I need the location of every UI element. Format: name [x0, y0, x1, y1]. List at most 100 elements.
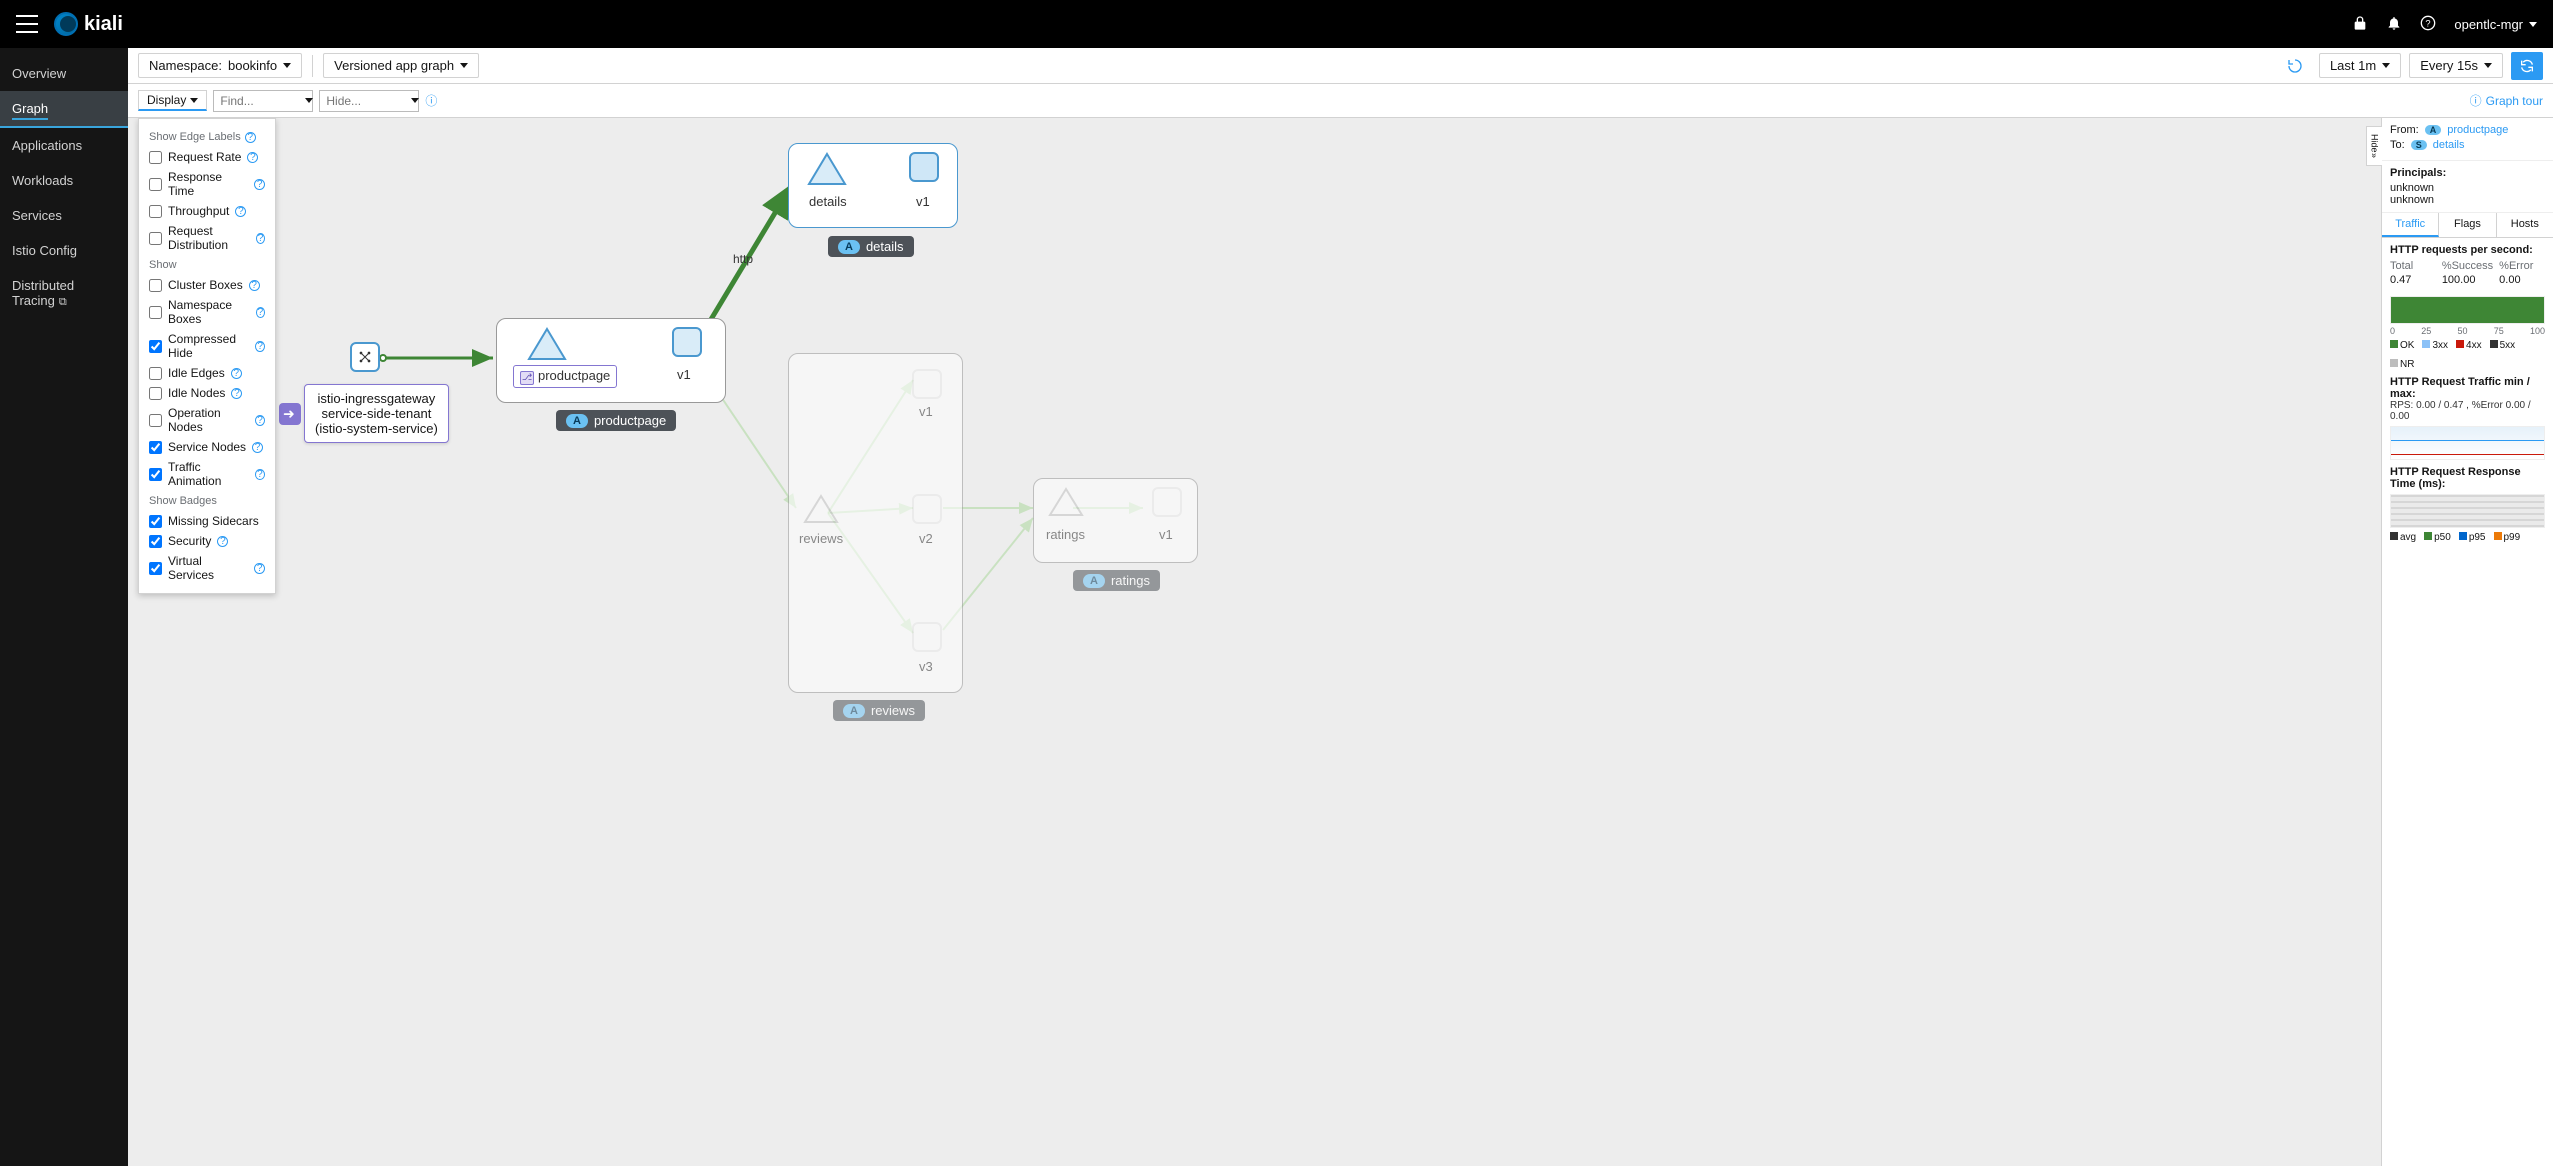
opt-traffic-animation[interactable]: Traffic Animation? [149, 457, 265, 491]
ratings-app-badge: Aratings [1073, 570, 1160, 591]
bell-icon[interactable] [2386, 15, 2402, 34]
opt-security[interactable]: Security? [149, 531, 265, 551]
to-link[interactable]: details [2433, 139, 2465, 151]
sidebar-item-graph[interactable]: Graph [0, 91, 128, 128]
graph-tour-link[interactable]: ⓘ Graph tour [2470, 92, 2543, 109]
help-icon[interactable]: ? [235, 206, 246, 217]
workload-icon [912, 622, 942, 652]
service-icon [1048, 487, 1084, 517]
graph-canvas[interactable]: Show Edge Labels? Request Rate? Response… [128, 118, 2553, 1166]
help-icon[interactable]: ? [255, 415, 265, 426]
virtualservice-icon: ⎇ [520, 371, 534, 385]
chevron-down-icon[interactable] [305, 98, 313, 103]
help-icon[interactable]: ? [252, 442, 263, 453]
time-range-dropdown[interactable]: Last 1m [2319, 53, 2401, 78]
sidebar-item-istio-config[interactable]: Istio Config [0, 233, 128, 268]
lock-icon[interactable] [2352, 15, 2368, 34]
node-ratings-group[interactable]: ratings v1 [1033, 478, 1198, 563]
help-icon[interactable]: ? [256, 307, 265, 318]
from-link[interactable]: productpage [2447, 124, 2508, 136]
chevron-down-icon[interactable] [411, 98, 419, 103]
opt-compressed-hide[interactable]: Compressed Hide? [149, 329, 265, 363]
opt-idle-nodes[interactable]: Idle Nodes? [149, 383, 265, 403]
traffic-chart [2390, 426, 2545, 460]
service-icon [803, 494, 839, 524]
ratings-svc-label: ratings [1046, 527, 1085, 542]
svg-text:?: ? [2426, 18, 2431, 28]
refresh-interval-dropdown[interactable]: Every 15s [2409, 53, 2503, 78]
workload-icon [1152, 487, 1182, 517]
to-badge: S [2411, 140, 2427, 150]
node-productpage-group[interactable]: ⎇productpage v1 [496, 318, 726, 403]
opt-request-distribution[interactable]: Request Distribution? [149, 221, 265, 255]
tab-traffic[interactable]: Traffic [2382, 213, 2439, 237]
ingress-tooltip: ➜ istio-ingressgateway service-side-tena… [304, 384, 449, 443]
opt-idle-edges[interactable]: Idle Edges? [149, 363, 265, 383]
opt-request-rate[interactable]: Request Rate? [149, 147, 265, 167]
info-icon[interactable]: ⓘ [425, 92, 437, 109]
help-icon[interactable]: ? [256, 233, 265, 244]
opt-virtual-services[interactable]: Virtual Services? [149, 551, 265, 585]
sidebar-item-services[interactable]: Services [0, 198, 128, 233]
help-icon[interactable]: ? [217, 536, 228, 547]
opt-response-time[interactable]: Response Time? [149, 167, 265, 201]
find-input[interactable] [213, 90, 313, 112]
opt-operation-nodes[interactable]: Operation Nodes? [149, 403, 265, 437]
success-legend: OK 3xx 4xx 5xx NR [2390, 340, 2545, 370]
reviews-v2-label: v2 [919, 531, 933, 546]
user-menu[interactable]: opentlc-mgr [2454, 17, 2537, 32]
opt-cluster-boxes[interactable]: Cluster Boxes? [149, 275, 265, 295]
to-label: To: [2390, 139, 2405, 151]
topbar: kiali ? opentlc-mgr [0, 0, 2553, 48]
opt-namespace-boxes[interactable]: Namespace Boxes? [149, 295, 265, 329]
side-panel-tabs: Traffic Flags Hosts [2382, 213, 2553, 238]
chevron-down-icon [2529, 22, 2537, 27]
graph-type-dropdown[interactable]: Versioned app graph [323, 53, 479, 78]
hamburger-menu[interactable] [16, 15, 38, 33]
help-icon[interactable]: ? [254, 179, 265, 190]
http-metrics-table: Total%Success%Error 0.47100.000.00 [2390, 260, 2545, 286]
success-bar-chart [2390, 296, 2545, 324]
refresh-button[interactable] [2511, 52, 2543, 80]
sidebar-item-applications[interactable]: Applications [0, 128, 128, 163]
help-icon[interactable]: ? [2420, 15, 2436, 34]
opt-service-nodes[interactable]: Service Nodes? [149, 437, 265, 457]
display-dropdown[interactable]: Display [138, 90, 207, 111]
panel-section-badges: Show Badges [149, 495, 265, 507]
toolbar-secondary: Display ⓘ ⓘ Graph tour [128, 84, 2553, 118]
arrow-right-icon: ➜ [283, 405, 295, 422]
replay-button[interactable] [2279, 52, 2311, 80]
tab-hosts[interactable]: Hosts [2497, 213, 2553, 237]
chevron-down-icon [190, 98, 198, 103]
tab-flags[interactable]: Flags [2439, 213, 2496, 237]
opt-missing-sidecars[interactable]: Missing Sidecars [149, 511, 265, 531]
help-icon[interactable]: ? [254, 563, 265, 574]
chevron-down-icon [283, 63, 291, 68]
help-icon[interactable]: ? [249, 280, 260, 291]
workload-icon [912, 369, 942, 399]
details-app-badge: Adetails [828, 236, 914, 257]
help-icon[interactable]: ? [247, 152, 258, 163]
node-reviews-group[interactable]: v1 v2 v3 reviews [788, 353, 963, 693]
panel-section-show: Show [149, 259, 265, 271]
panel-section-edge-labels: Show Edge Labels? [149, 131, 265, 143]
help-icon[interactable]: ? [231, 368, 242, 379]
productpage-svc-label: ⎇productpage [513, 365, 617, 388]
traffic-chart-sub: RPS: 0.00 / 0.47 , %Error 0.00 / 0.00 [2390, 400, 2545, 422]
logo-icon [54, 12, 78, 36]
workload-icon [672, 327, 702, 357]
hide-input[interactable] [319, 90, 419, 112]
help-icon[interactable]: ? [231, 388, 242, 399]
help-icon[interactable]: ? [255, 469, 265, 480]
side-panel-hide-handle[interactable]: Hide » [2366, 126, 2382, 166]
help-icon[interactable]: ? [245, 132, 256, 143]
sidebar-item-distributed-tracing[interactable]: Distributed Tracing⧉ [0, 268, 128, 319]
rt-chart-title: HTTP Request Response Time (ms): [2390, 466, 2545, 490]
node-details-group[interactable]: details v1 [788, 143, 958, 228]
opt-throughput[interactable]: Throughput? [149, 201, 265, 221]
sidebar-item-workloads[interactable]: Workloads [0, 163, 128, 198]
namespace-dropdown[interactable]: Namespace: bookinfo [138, 53, 302, 78]
sidebar-item-overview[interactable]: Overview [0, 56, 128, 91]
help-icon[interactable]: ? [255, 341, 265, 352]
node-ingress[interactable] [350, 342, 380, 372]
